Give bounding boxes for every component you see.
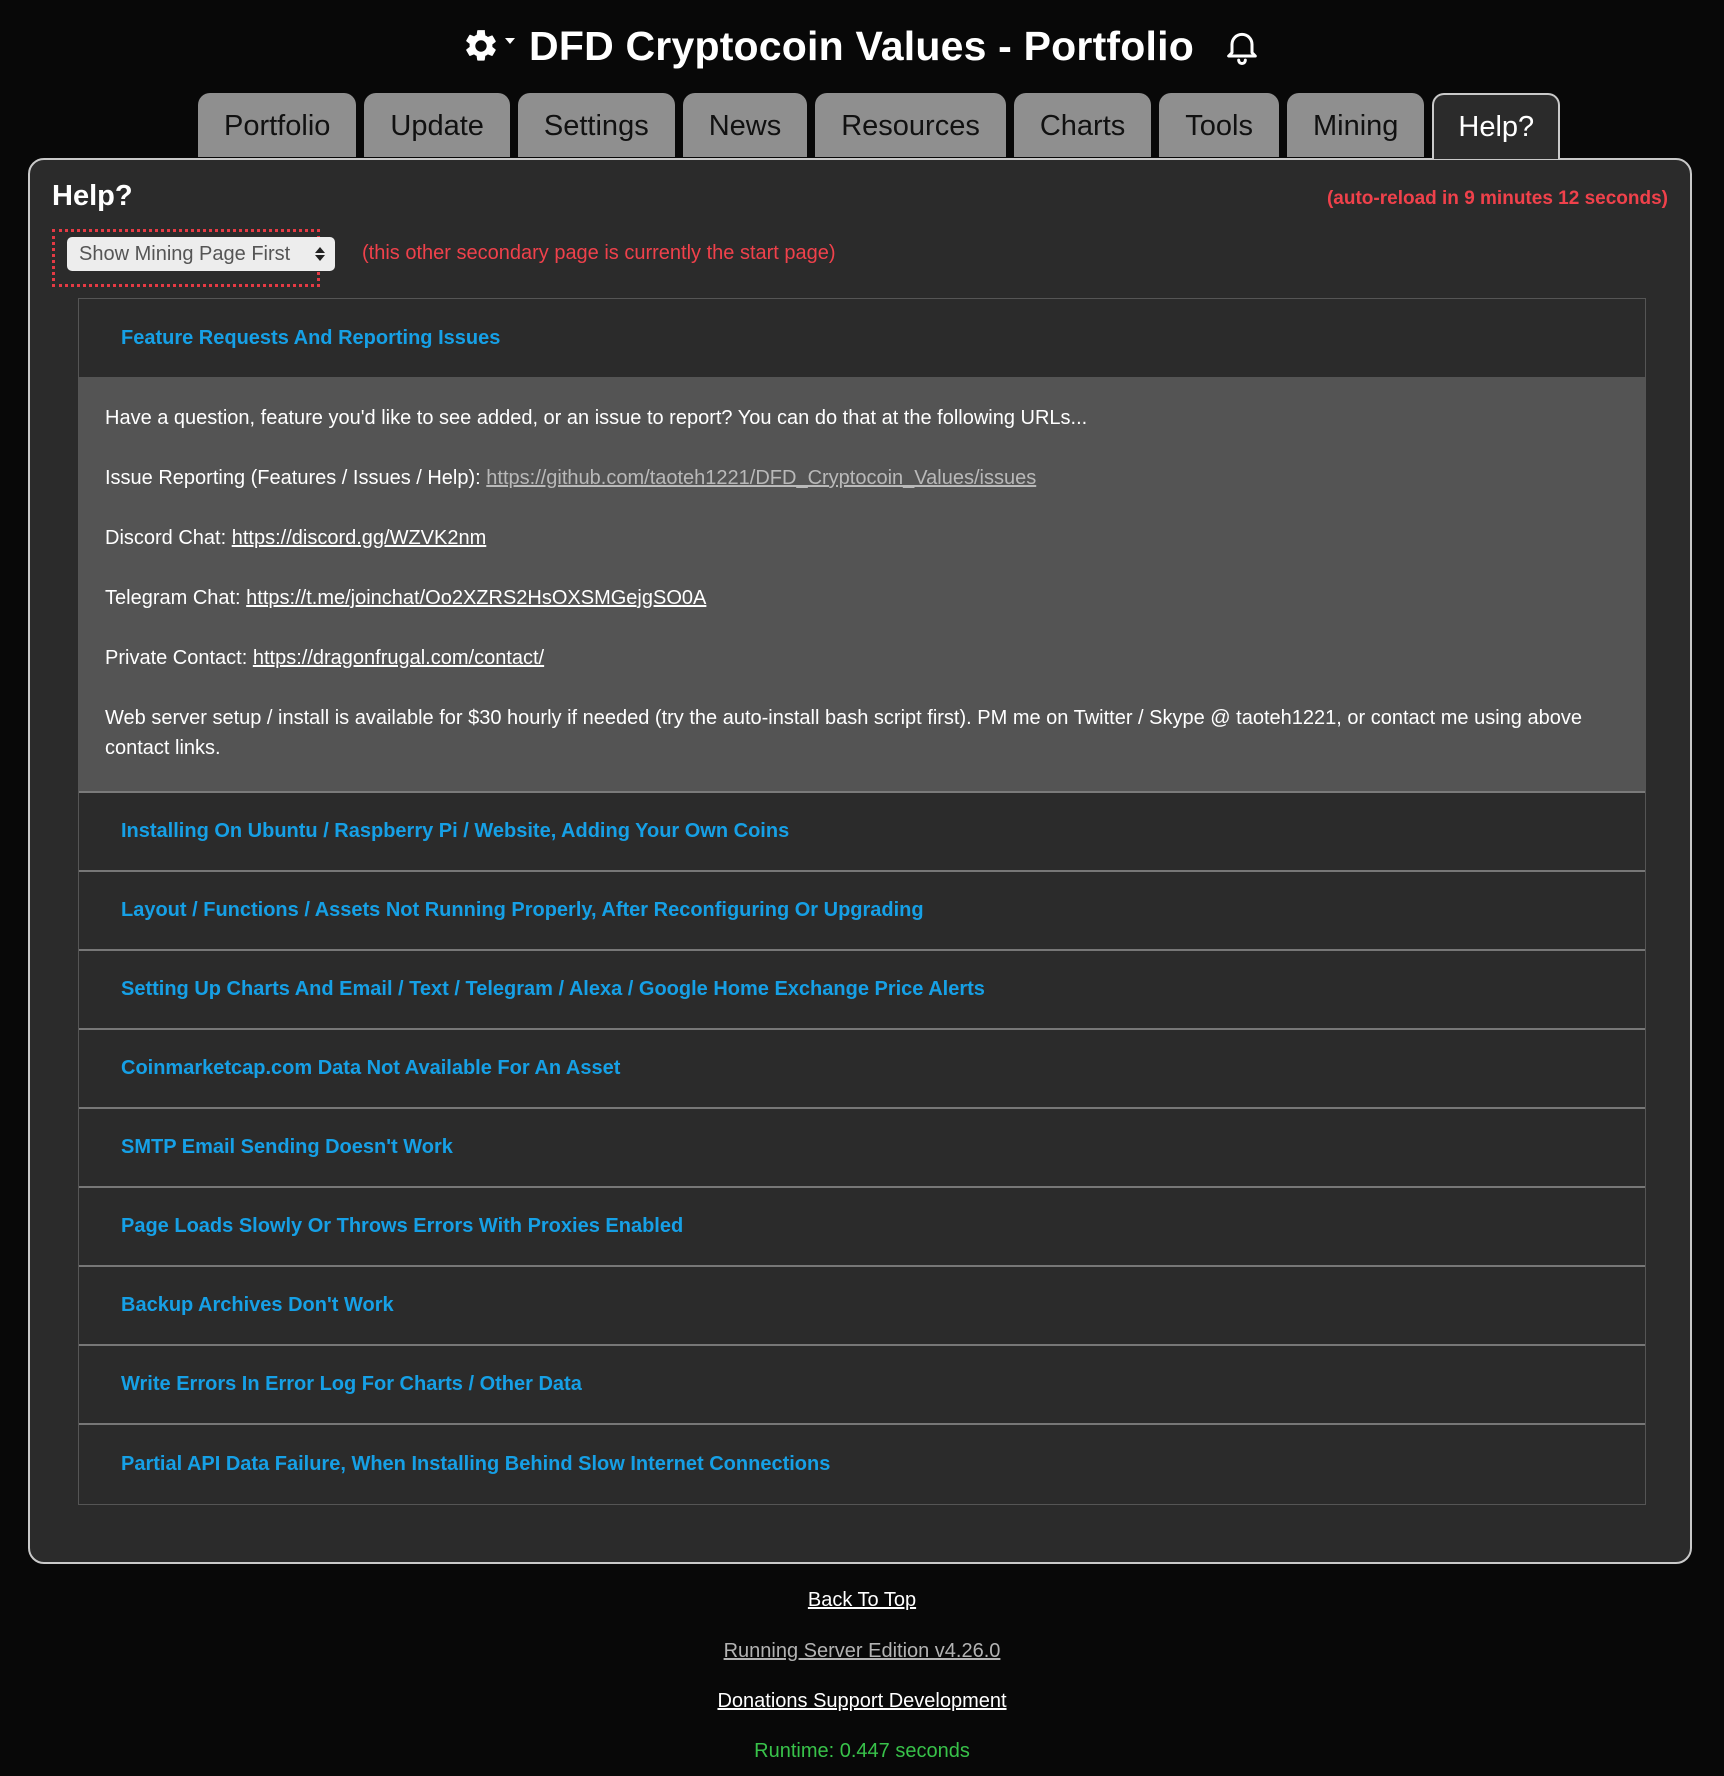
telegram-link[interactable]: https://t.me/joinchat/Oo2XZRS2HsOXSMGejg… (246, 587, 706, 609)
tab-mining[interactable]: Mining (1286, 93, 1425, 157)
faq-header-write-errors[interactable]: Write Errors In Error Log For Charts / O… (79, 1346, 1645, 1425)
runtime-text: Runtime: 0.447 seconds (754, 1740, 970, 1762)
gear-icon (466, 30, 496, 61)
donations-link[interactable]: Donations Support Development (717, 1690, 1006, 1712)
start-page-note: (this other secondary page is currently … (362, 242, 836, 264)
private-contact-label: Private Contact: (105, 647, 253, 669)
version-link[interactable]: Running Server Edition v4.26.0 (724, 1640, 1001, 1662)
discord-line: Discord Chat: https://discord.gg/WZVK2nm (105, 523, 1619, 553)
tab-charts[interactable]: Charts (1013, 93, 1152, 157)
tab-portfolio[interactable]: Portfolio (198, 93, 357, 157)
issue-reporting-link[interactable]: https://github.com/taoteh1221/DFD_Crypto… (486, 467, 1036, 489)
start-page-select-wrapper: Show Mining Page First (52, 229, 335, 287)
faq-header-proxies[interactable]: Page Loads Slowly Or Throws Errors With … (79, 1188, 1645, 1267)
faq-header-charts-alerts[interactable]: Setting Up Charts And Email / Text / Tel… (79, 951, 1645, 1030)
app-title: DFD Cryptocoin Values - Portfolio (529, 22, 1194, 69)
version-wrap: Running Server Edition v4.26.0 (0, 1640, 1724, 1663)
tab-tools[interactable]: Tools (1159, 93, 1279, 157)
back-to-top-wrap: Back To Top (0, 1589, 1724, 1612)
main-tabs: Portfolio Update Settings News Resources… (198, 93, 1561, 159)
telegram-label: Telegram Chat: (105, 587, 247, 609)
faq-body-feature-requests: Have a question, feature you'd like to s… (79, 377, 1645, 793)
donations-wrap: Donations Support Development (0, 1690, 1724, 1713)
issue-reporting-label: Issue Reporting (Features / Issues / Hel… (105, 467, 487, 489)
help-panel: Help? (auto-reload in 9 minutes 12 secon… (28, 158, 1692, 1564)
discord-label: Discord Chat: (105, 527, 232, 549)
tab-resources[interactable]: Resources (815, 93, 1006, 157)
faq-header-coinmarketcap[interactable]: Coinmarketcap.com Data Not Available For… (79, 1030, 1645, 1109)
faq-header-feature-requests[interactable]: Feature Requests And Reporting Issues (79, 299, 1645, 377)
tab-news[interactable]: News (682, 93, 808, 157)
auto-reload-countdown: (auto-reload in 9 minutes 12 seconds) (1326, 188, 1668, 209)
tab-update[interactable]: Update (364, 93, 510, 157)
telegram-line: Telegram Chat: https://t.me/joinchat/Oo2… (105, 583, 1619, 613)
bell-icon[interactable] (1222, 25, 1262, 67)
faq-header-smtp[interactable]: SMTP Email Sending Doesn't Work (79, 1109, 1645, 1188)
faq-intro: Have a question, feature you'd like to s… (105, 407, 1088, 429)
setup-note: Web server setup / install is available … (105, 707, 1582, 759)
back-to-top-link[interactable]: Back To Top (808, 1589, 916, 1611)
faq-accordion: Feature Requests And Reporting Issues Ha… (78, 298, 1646, 1505)
faq-header-layout-functions[interactable]: Layout / Functions / Assets Not Running … (79, 872, 1645, 951)
settings-menu-button[interactable] (462, 27, 516, 65)
private-contact-line: Private Contact: https://dragonfrugal.co… (105, 643, 1619, 673)
faq-header-installing[interactable]: Installing On Ubuntu / Raspberry Pi / We… (79, 793, 1645, 872)
private-contact-link[interactable]: https://dragonfrugal.com/contact/ (253, 647, 544, 669)
faq-header-partial-api[interactable]: Partial API Data Failure, When Installin… (79, 1425, 1645, 1504)
tab-settings[interactable]: Settings (517, 93, 675, 157)
page-title: Help? (52, 180, 133, 212)
faq-header-backup-archives[interactable]: Backup Archives Don't Work (79, 1267, 1645, 1346)
issue-reporting-line: Issue Reporting (Features / Issues / Hel… (105, 463, 1619, 493)
start-page-select[interactable]: Show Mining Page First (67, 237, 335, 271)
app-header: DFD Cryptocoin Values - Portfolio (0, 18, 1724, 74)
chevron-down-icon (505, 38, 516, 44)
start-page-select-value: Show Mining Page First (79, 242, 291, 265)
tab-help[interactable]: Help? (1432, 93, 1561, 159)
select-arrows-icon (315, 247, 325, 261)
discord-link[interactable]: https://discord.gg/WZVK2nm (232, 527, 487, 549)
